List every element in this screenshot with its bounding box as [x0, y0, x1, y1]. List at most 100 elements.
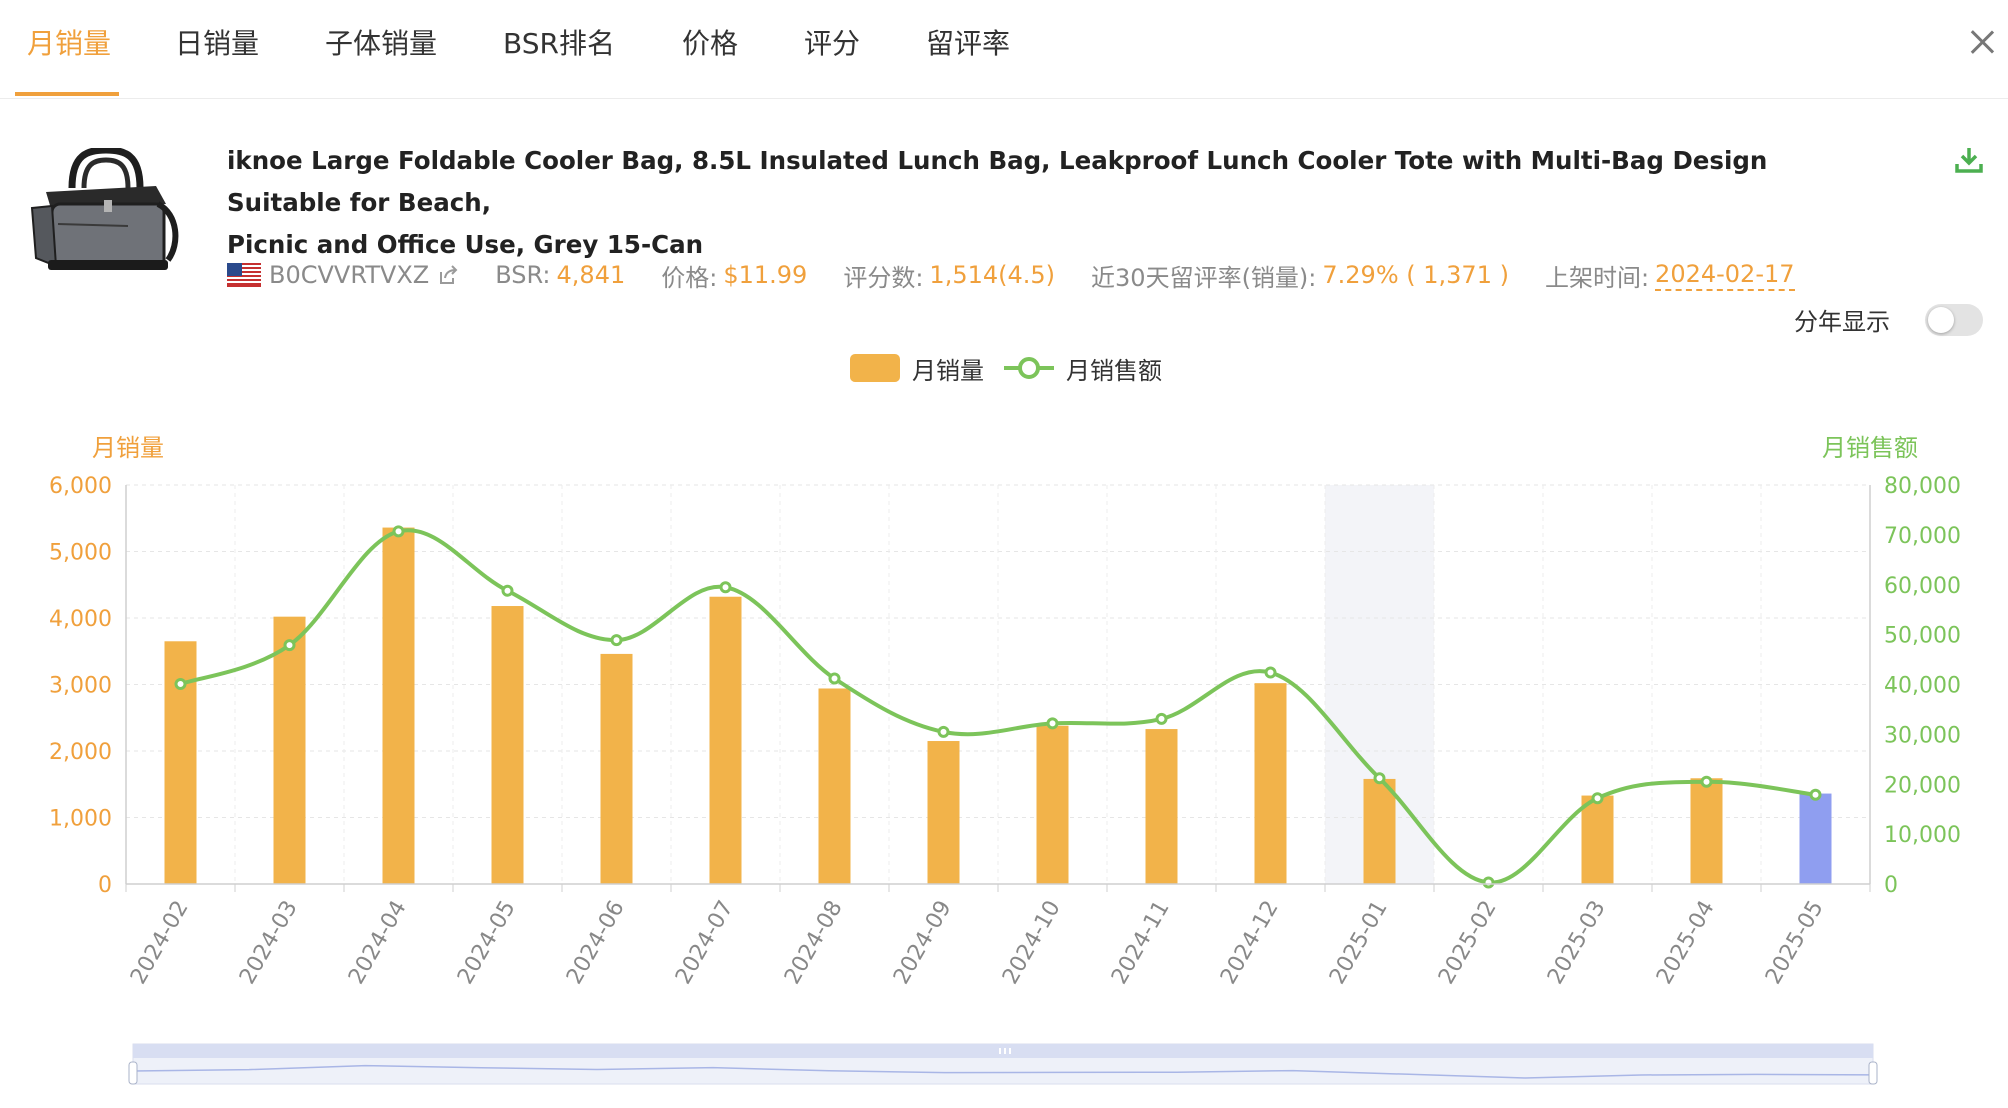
x-tick-label: 2024-12	[1216, 897, 1284, 989]
asin-link[interactable]: B0CVVRTVXZ	[269, 261, 429, 289]
y-right-tick-label: 30,000	[1884, 723, 1961, 748]
zoom-handle-left[interactable]	[128, 1061, 138, 1085]
tab-review-rate[interactable]: 留评率	[926, 22, 1010, 62]
y-left-tick-label: 5,000	[49, 541, 112, 566]
us-flag-icon	[227, 263, 261, 287]
y-right-tick-label: 50,000	[1884, 624, 1961, 649]
revenue-point-2024-03	[283, 639, 296, 652]
zoom-handle-right[interactable]	[1868, 1061, 1878, 1085]
revenue-point-2024-05	[501, 584, 514, 597]
revenue-point-2024-12	[1264, 666, 1277, 679]
review-rate-label: 近30天留评率(销量):	[1091, 263, 1317, 292]
bar-2024-05	[491, 606, 524, 884]
tab-daily-sales[interactable]: 日销量	[175, 22, 259, 62]
bar-2024-09	[927, 741, 960, 884]
bar-2025-01	[1363, 778, 1396, 884]
price-value: $11.99	[723, 261, 808, 289]
close-icon[interactable]	[1967, 26, 1997, 56]
y-left-tick-label: 2,000	[49, 740, 112, 765]
legend-label-monthly-revenue: 月销售额	[1066, 356, 1162, 385]
x-tick-label: 2024-10	[998, 897, 1066, 989]
y-axis-left-title: 月销量	[92, 434, 164, 462]
bar-2024-11	[1145, 729, 1178, 884]
legend-item-monthly-revenue[interactable]: 月销售额	[1004, 350, 1162, 386]
y-left-tick-label: 3,000	[49, 674, 112, 699]
y-right-tick-label: 80,000	[1884, 474, 1961, 499]
revenue-point-2025-05	[1809, 788, 1822, 801]
bar-2024-07	[709, 596, 742, 884]
revenue-point-2024-10	[1046, 717, 1059, 730]
zoom-slider-bar	[133, 1044, 1873, 1058]
x-tick-label: 2025-05	[1761, 897, 1829, 989]
product-meta-row: B0CVVRTVXZ BSR: 4,841 价格: $11.99 评分数: 1,…	[227, 258, 1795, 292]
toggle-knob	[1928, 307, 1954, 333]
y-right-tick-label: 10,000	[1884, 823, 1961, 848]
year-toggle-switch[interactable]	[1925, 304, 1983, 336]
x-tick-label: 2024-07	[671, 897, 739, 989]
y-left-tick-label: 1,000	[49, 807, 112, 832]
revenue-point-2025-03	[1591, 792, 1604, 805]
revenue-point-2024-02	[174, 678, 187, 691]
bar-2024-12	[1254, 683, 1287, 884]
reviews-value: 1,514(4.5)	[929, 261, 1056, 289]
revenue-point-2024-09	[937, 725, 950, 738]
product-title[interactable]: iknoe Large Foldable Cooler Bag, 8.5L In…	[227, 140, 1887, 266]
bar-2024-10	[1036, 725, 1069, 884]
x-tick-label: 2025-02	[1434, 897, 1502, 989]
revenue-point-2025-02	[1482, 876, 1495, 889]
legend-label-monthly-sales: 月销量	[912, 356, 984, 385]
bar-2024-04	[382, 527, 415, 884]
legend-item-monthly-sales[interactable]: 月销量	[850, 350, 984, 386]
x-tick-label: 2025-03	[1543, 897, 1611, 989]
y-left-tick-label: 6,000	[49, 474, 112, 499]
revenue-point-2025-04	[1700, 775, 1713, 788]
y-right-tick-label: 70,000	[1884, 524, 1961, 549]
x-tick-label: 2025-01	[1325, 897, 1393, 989]
x-tick-label: 2024-06	[562, 897, 630, 989]
y-right-tick-label: 20,000	[1884, 773, 1961, 798]
tab-bsr-rank[interactable]: BSR排名	[503, 22, 615, 62]
y-right-tick-label: 40,000	[1884, 674, 1961, 699]
legend-bar-swatch	[850, 354, 900, 382]
x-tick-label: 2024-05	[453, 897, 521, 989]
tab-rating[interactable]: 评分	[804, 22, 860, 62]
tab-variant-sales[interactable]: 子体销量	[325, 22, 437, 62]
revenue-point-2024-11	[1155, 712, 1168, 725]
price-label: 价格:	[661, 263, 718, 292]
bar-2024-02	[164, 641, 197, 884]
revenue-point-2025-01	[1373, 772, 1386, 785]
x-tick-label: 2024-02	[126, 897, 194, 989]
y-left-tick-label: 0	[98, 873, 112, 898]
bar-2024-06	[600, 653, 633, 884]
y-axis-right-title: 月销售额	[1822, 434, 1918, 462]
active-tab-indicator	[15, 92, 119, 96]
product-image	[30, 148, 179, 270]
bsr-label: BSR:	[495, 261, 551, 289]
legend-line-swatch	[1004, 357, 1054, 379]
x-tick-label: 2024-04	[344, 897, 412, 989]
bar-2024-08	[818, 688, 851, 884]
y-right-tick-label: 0	[1884, 873, 1898, 898]
launch-date-label: 上架时间:	[1544, 263, 1650, 292]
bar-2024-03	[273, 616, 306, 884]
x-tick-label: 2025-04	[1652, 897, 1720, 989]
bar-2025-03	[1581, 795, 1614, 884]
tab-price[interactable]: 价格	[682, 22, 738, 62]
tab-monthly-sales[interactable]: 月销量	[27, 22, 111, 62]
bar-2025-05	[1799, 793, 1832, 884]
x-tick-label: 2024-11	[1107, 897, 1175, 989]
tab-bar: 月销量 日销量 子体销量 BSR排名 价格 评分 留评率	[0, 0, 2008, 99]
product-title-line-1: iknoe Large Foldable Cooler Bag, 8.5L In…	[227, 146, 1768, 217]
x-tick-label: 2024-03	[235, 897, 303, 989]
reviews-label: 评分数:	[843, 263, 924, 292]
revenue-point-2024-04	[392, 525, 405, 538]
external-link-icon[interactable]	[437, 264, 459, 286]
y-right-tick-label: 60,000	[1884, 574, 1961, 599]
download-icon[interactable]	[1953, 144, 1985, 176]
launch-date-value[interactable]: 2024-02-17	[1655, 260, 1795, 291]
y-left-tick-label: 4,000	[49, 607, 112, 632]
sales-chart: 0 1,000 2,000 3,000 4,000 5,000 6,000 0 10,000 20…	[49, 474, 1961, 1085]
bar-2025-04	[1690, 778, 1723, 884]
review-rate-value: 7.29% ( 1,371 )	[1322, 261, 1509, 289]
x-tick-label: 2024-08	[780, 897, 848, 989]
